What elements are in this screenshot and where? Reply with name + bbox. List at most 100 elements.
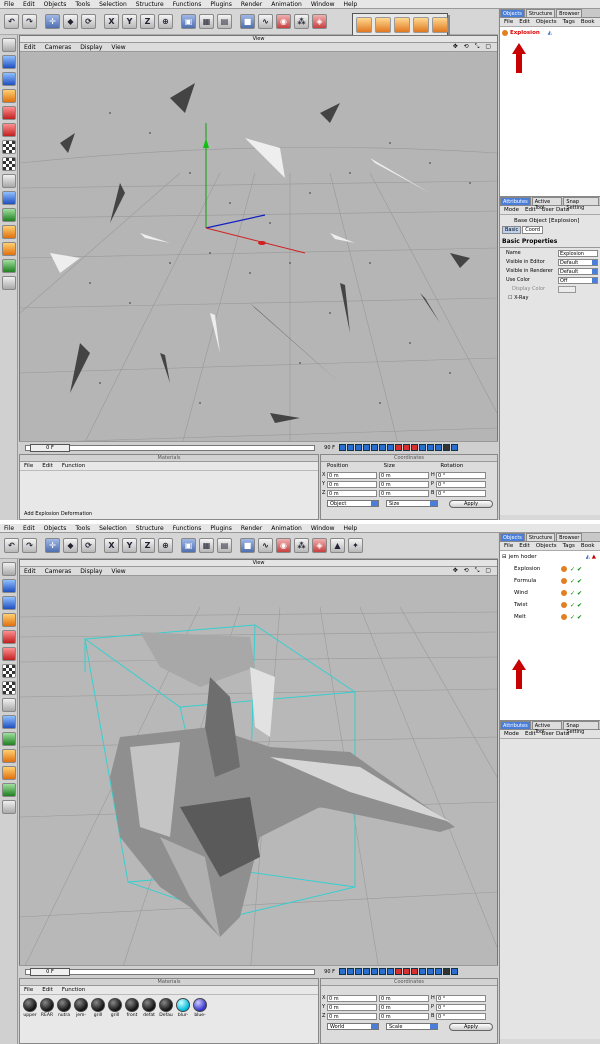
- go-start-icon[interactable]: [339, 968, 346, 975]
- rotation-h-field[interactable]: 0 °: [436, 471, 486, 479]
- enabled-check-icon[interactable]: ✓ ✔: [570, 578, 582, 585]
- soft-selection-icon[interactable]: [2, 208, 16, 222]
- deformer-icon[interactable]: ◈: [312, 14, 327, 29]
- om-menu-bookmarks[interactable]: Book: [581, 19, 595, 25]
- menu-functions[interactable]: Functions: [173, 525, 202, 532]
- menu-animation[interactable]: Animation: [271, 525, 302, 532]
- inverse-kinematics-icon[interactable]: [2, 191, 16, 205]
- magnet-icon[interactable]: [2, 276, 16, 290]
- viewport-canvas[interactable]: [20, 577, 497, 976]
- material-item[interactable]: REAR: [39, 998, 55, 1018]
- menu-animation[interactable]: Animation: [271, 1, 302, 8]
- use-edges-tool-icon[interactable]: [2, 106, 16, 120]
- inverse-kinematics-icon[interactable]: [2, 715, 16, 729]
- viewport-nav-icons[interactable]: ✥ ⟲ ⤡ ▢: [453, 567, 493, 575]
- display-color-swatch[interactable]: [558, 285, 576, 293]
- menu-objects[interactable]: Objects: [44, 1, 67, 8]
- collapse-icon[interactable]: ⊟: [502, 554, 507, 560]
- enabled-check-icon[interactable]: ✓ ✔: [570, 614, 582, 621]
- menu-tools[interactable]: Tools: [75, 1, 90, 8]
- timeline-slider[interactable]: 0 F: [25, 443, 315, 452]
- material-item[interactable]: nutra: [56, 998, 72, 1018]
- coord-tab-button[interactable]: Coord: [522, 226, 544, 234]
- scale-key-icon[interactable]: [427, 444, 434, 451]
- undo-icon[interactable]: ↶: [4, 538, 19, 553]
- prev-frame-icon[interactable]: [355, 968, 362, 975]
- nurbs-icon[interactable]: ◉: [276, 14, 291, 29]
- taper-deformer-icon[interactable]: [413, 17, 429, 33]
- x-axis-icon[interactable]: X: [104, 538, 119, 553]
- viewport-menu-display[interactable]: Display: [80, 44, 102, 51]
- menu-selection[interactable]: Selection: [99, 525, 127, 532]
- shear-deformer-icon[interactable]: [394, 17, 410, 33]
- scale-tool-icon[interactable]: ◆: [63, 538, 78, 553]
- attr-menu-edit[interactable]: Edit: [525, 207, 536, 213]
- position-z-field[interactable]: 0 m: [327, 489, 377, 497]
- visible-editor-select[interactable]: Default: [558, 258, 598, 266]
- om-menu-tags[interactable]: Tags: [563, 543, 575, 549]
- materials-menu-edit[interactable]: Edit: [42, 463, 53, 469]
- menu-structure[interactable]: Structure: [136, 1, 164, 8]
- play-icon[interactable]: [363, 968, 370, 975]
- attr-menu-mode[interactable]: Mode: [504, 731, 519, 737]
- go-end-icon[interactable]: [387, 968, 394, 975]
- rotation-p-field[interactable]: 0 °: [436, 1003, 486, 1011]
- position-x-field[interactable]: 0 m: [327, 994, 377, 1002]
- om-menu-bookmarks[interactable]: Book: [581, 543, 595, 549]
- size-mode-select[interactable]: Size: [386, 500, 438, 507]
- animation-mode-icon[interactable]: [2, 698, 16, 712]
- menu-functions[interactable]: Functions: [173, 1, 202, 8]
- use-points-tool-icon[interactable]: [2, 89, 16, 103]
- material-item[interactable]: upper: [22, 998, 38, 1018]
- viewport-menu-edit[interactable]: Edit: [24, 568, 36, 575]
- menu-selection[interactable]: Selection: [99, 1, 127, 8]
- tab-attributes[interactable]: Attributes: [500, 197, 531, 205]
- object-row-melt[interactable]: Melt ✓ ✔: [500, 611, 600, 623]
- next-frame-icon[interactable]: [371, 968, 378, 975]
- soft-selection-icon[interactable]: [2, 732, 16, 746]
- rotation-key-icon[interactable]: [435, 968, 442, 975]
- attr-menu-mode[interactable]: Mode: [504, 207, 519, 213]
- use-points-tool-icon[interactable]: [2, 613, 16, 627]
- size-y-field[interactable]: 0 m: [379, 1003, 429, 1011]
- menu-file[interactable]: File: [4, 525, 14, 532]
- scale-key-icon[interactable]: [427, 968, 434, 975]
- use-texture-tool-icon[interactable]: [2, 596, 16, 610]
- timeline-slider[interactable]: 0 F: [25, 967, 315, 976]
- coord-system-icon[interactable]: ⊕: [158, 14, 173, 29]
- tweak-mode-icon[interactable]: [2, 225, 16, 239]
- render-settings-icon[interactable]: ▤: [217, 14, 232, 29]
- go-start-icon[interactable]: [339, 444, 346, 451]
- om-menu-file[interactable]: File: [504, 543, 513, 549]
- viewport-nav-icons[interactable]: ✥ ⟲ ⤡ ▢: [453, 43, 493, 51]
- menu-render[interactable]: Render: [241, 525, 262, 532]
- render-view-icon[interactable]: ▣: [181, 14, 196, 29]
- rotation-key-icon[interactable]: [435, 444, 442, 451]
- tab-attributes[interactable]: Attributes: [500, 721, 531, 729]
- record-icon[interactable]: [395, 968, 402, 975]
- enabled-check-icon[interactable]: ✓ ✔: [570, 566, 582, 573]
- material-item[interactable]: blue-: [192, 998, 208, 1018]
- enabled-check-icon[interactable]: ✓ ✔: [570, 590, 582, 597]
- rotation-b-field[interactable]: 0 °: [436, 489, 486, 497]
- menu-file[interactable]: File: [4, 1, 14, 8]
- workplane-icon[interactable]: [2, 242, 16, 256]
- texture-axis-icon[interactable]: [2, 157, 16, 171]
- parameter-key-icon[interactable]: [443, 968, 450, 975]
- position-z-field[interactable]: 0 m: [327, 1012, 377, 1020]
- workplane-icon[interactable]: [2, 766, 16, 780]
- om-menu-file[interactable]: File: [504, 19, 513, 25]
- size-y-field[interactable]: 0 m: [379, 480, 429, 488]
- undo-icon[interactable]: ↶: [4, 14, 19, 29]
- coord-system-icon[interactable]: ⊕: [158, 538, 173, 553]
- tab-snap-settings[interactable]: Snap Setting: [563, 197, 599, 211]
- tab-structure[interactable]: Structure: [525, 9, 556, 17]
- object-row-wind[interactable]: Wind ✓ ✔: [500, 587, 600, 599]
- viewport-menu-view[interactable]: View: [111, 568, 125, 575]
- material-item[interactable]: grill: [107, 998, 123, 1018]
- z-axis-icon[interactable]: Z: [140, 538, 155, 553]
- deformer-icon[interactable]: ◈: [312, 538, 327, 553]
- spline-icon[interactable]: ∿: [258, 538, 273, 553]
- use-polygons-tool-icon[interactable]: [2, 123, 16, 137]
- checker-icon[interactable]: [2, 664, 16, 678]
